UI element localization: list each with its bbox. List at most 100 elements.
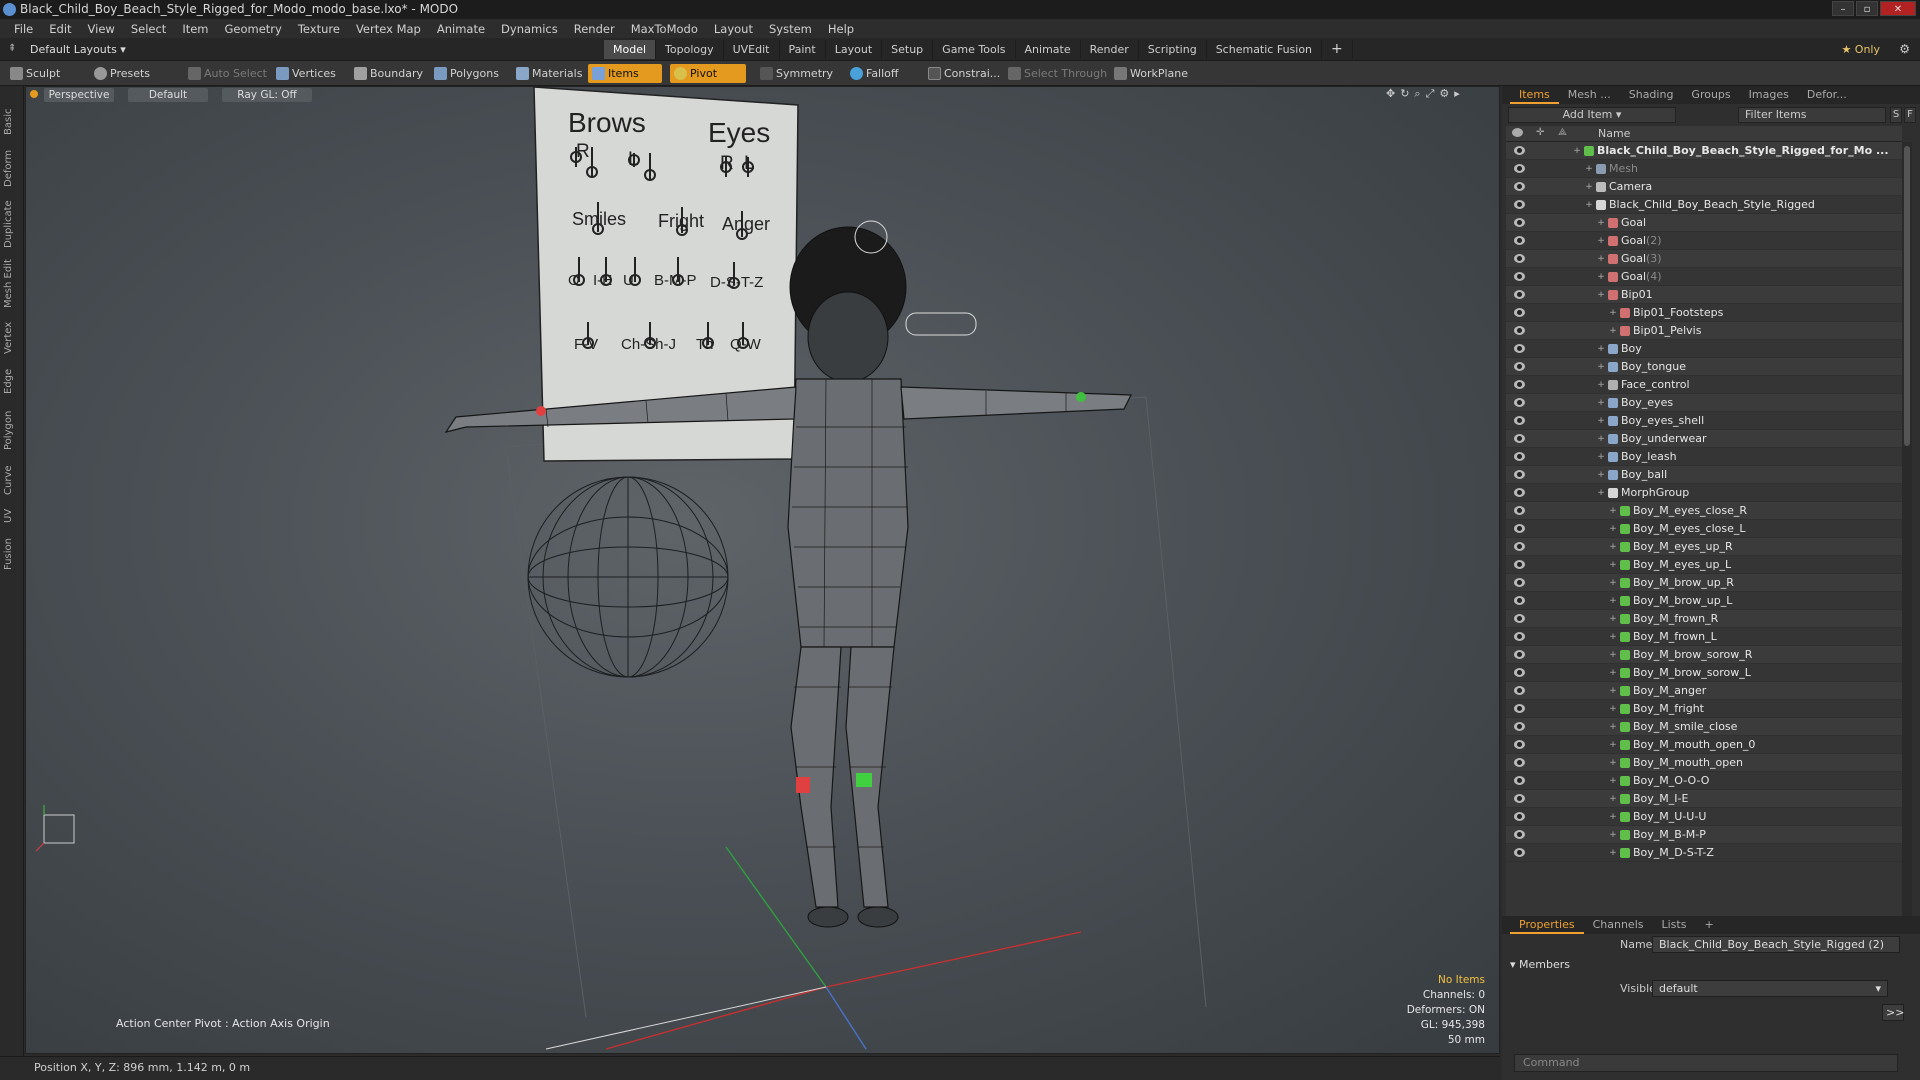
expand-toggle-icon[interactable]: + [1596,412,1606,430]
tree-row[interactable]: + Boy_M_U-U-U [1506,808,1902,826]
expand-toggle-icon[interactable]: + [1596,358,1606,376]
tree-row[interactable]: + Black_Child_Boy_Beach_Style_Rigged_for_… [1506,142,1902,160]
visibility-eye-icon[interactable] [1514,650,1525,659]
expand-toggle-icon[interactable]: + [1608,610,1618,628]
expand-toggle-icon[interactable]: + [1596,214,1606,232]
tree-row[interactable]: + Boy_M_frown_L [1506,628,1902,646]
menu-help[interactable]: Help [820,22,862,36]
expand-toggle-icon[interactable]: + [1608,592,1618,610]
visibility-eye-icon[interactable] [1514,146,1525,155]
visibility-eye-icon[interactable] [1514,830,1525,839]
tab-setup[interactable]: Setup [882,40,934,59]
visibility-eye-icon[interactable] [1514,578,1525,587]
visibility-eye-icon[interactable] [1514,218,1525,227]
scrollbar-thumb[interactable] [1904,146,1910,446]
tree-row[interactable]: + Black_Child_Boy_Beach_Style_Rigged [1506,196,1902,214]
expand-toggle-icon[interactable]: + [1608,502,1618,520]
expand-toggle-icon[interactable]: + [1584,196,1594,214]
filter-items-input[interactable]: Filter Items [1738,107,1886,123]
tree-row[interactable]: + Goal (3) [1506,250,1902,268]
expand-toggle-icon[interactable]: + [1596,484,1606,502]
visibility-eye-icon[interactable] [1514,488,1525,497]
tree-row[interactable]: + Goal (2) [1506,232,1902,250]
visibility-eye-icon[interactable] [1514,362,1525,371]
tab-uv[interactable]: UV [3,504,21,528]
visibility-eye-icon[interactable] [1514,740,1525,749]
expand-toggle-icon[interactable]: + [1596,250,1606,268]
expand-toggle-icon[interactable]: + [1608,718,1618,736]
visibility-eye-icon[interactable] [1514,182,1525,191]
minimize-button[interactable]: – [1832,1,1854,16]
tree-row[interactable]: + Goal (4) [1506,268,1902,286]
visibility-eye-icon[interactable] [1514,344,1525,353]
expand-toggle-icon[interactable]: + [1596,430,1606,448]
render-column-icon[interactable]: ⟁ [1558,127,1567,138]
menu-item[interactable]: Item [174,22,216,36]
visibility-eye-icon[interactable] [1514,398,1525,407]
expand-toggle-icon[interactable]: + [1608,772,1618,790]
tab-mesh[interactable]: Mesh ... [1559,86,1620,104]
expand-toggle-icon[interactable]: + [1596,376,1606,394]
visibility-eye-icon[interactable] [1514,416,1525,425]
tree-row[interactable]: + Boy_ball [1506,466,1902,484]
constrain-button[interactable]: Constrai... [924,64,1008,83]
tab-curve[interactable]: Curve [3,462,21,498]
expand-toggle-icon[interactable]: + [1608,646,1618,664]
expand-toggle-icon[interactable]: + [1608,826,1618,844]
add-tab-button[interactable]: + [1322,40,1353,59]
s-filter-button[interactable]: S [1890,107,1902,123]
visibility-eye-icon[interactable] [1514,776,1525,785]
visibility-eye-icon[interactable] [1514,560,1525,569]
tab-items[interactable]: Items [1510,86,1559,104]
tab-render[interactable]: Render [1081,40,1139,59]
visibility-eye-icon[interactable] [1514,596,1525,605]
tree-row[interactable]: + Boy_M_fright [1506,700,1902,718]
expand-toggle-icon[interactable]: + [1608,322,1618,340]
tree-row[interactable]: + MorphGroup [1506,484,1902,502]
tree-row[interactable]: + Mesh [1506,160,1902,178]
tree-row[interactable]: + Boy_M_B-M-P [1506,826,1902,844]
expand-toggle-icon[interactable]: + [1608,682,1618,700]
lock-column-icon[interactable]: ✛ [1536,127,1544,138]
add-item-button[interactable]: Add Item ▾ [1508,107,1676,123]
visibility-eye-icon[interactable] [1514,452,1525,461]
tree-row[interactable]: + Goal [1506,214,1902,232]
tree-row[interactable]: + Boy_M_brow_up_L [1506,592,1902,610]
tab-groups[interactable]: Groups [1682,86,1739,104]
visibility-eye-icon[interactable] [1514,848,1525,857]
visibility-eye-icon[interactable] [1514,668,1525,677]
expand-toggle-icon[interactable]: + [1596,268,1606,286]
visibility-eye-icon[interactable] [1514,722,1525,731]
sculpt-button[interactable]: Sculpt [6,64,68,83]
visible-select[interactable]: default ▾ [1652,980,1888,997]
tab-deformers[interactable]: Defor... [1798,86,1856,104]
expand-toggle-icon[interactable]: + [1608,628,1618,646]
tree-row[interactable]: + Boy_M_mouth_open_0 [1506,736,1902,754]
tab-topology[interactable]: Topology [656,40,724,59]
command-input[interactable]: Command [1514,1054,1898,1072]
tab-channels[interactable]: Channels [1584,916,1653,934]
visibility-eye-icon[interactable] [1514,542,1525,551]
visibility-eye-icon[interactable] [1514,812,1525,821]
name-column-header[interactable]: Name [1598,127,1630,140]
select-through-button[interactable]: Select Through [1004,64,1115,83]
menu-select[interactable]: Select [123,22,174,36]
tab-deform[interactable]: Deform [3,146,21,190]
expand-toggle-icon[interactable]: + [1608,790,1618,808]
tab-fusion[interactable]: Fusion [3,534,21,574]
visibility-eye-icon[interactable] [1514,272,1525,281]
visibility-eye-icon[interactable] [1514,686,1525,695]
visibility-eye-icon[interactable] [1514,236,1525,245]
visibility-eye-icon[interactable] [1514,200,1525,209]
visibility-eye-icon[interactable] [1514,614,1525,623]
menu-maxtomodo[interactable]: MaxToModo [623,22,706,36]
tree-row[interactable]: + Boy_M_frown_R [1506,610,1902,628]
tree-row[interactable]: + Boy_M_eyes_up_R [1506,538,1902,556]
menu-geometry[interactable]: Geometry [217,22,290,36]
tab-layout[interactable]: Layout [826,40,883,59]
expand-toggle-icon[interactable]: + [1608,556,1618,574]
gear-icon[interactable]: ⚙ [1899,42,1910,56]
materials-button[interactable]: Materials [512,64,590,83]
expand-toggle-icon[interactable]: + [1572,142,1582,160]
close-button[interactable]: ✕ [1880,1,1916,16]
